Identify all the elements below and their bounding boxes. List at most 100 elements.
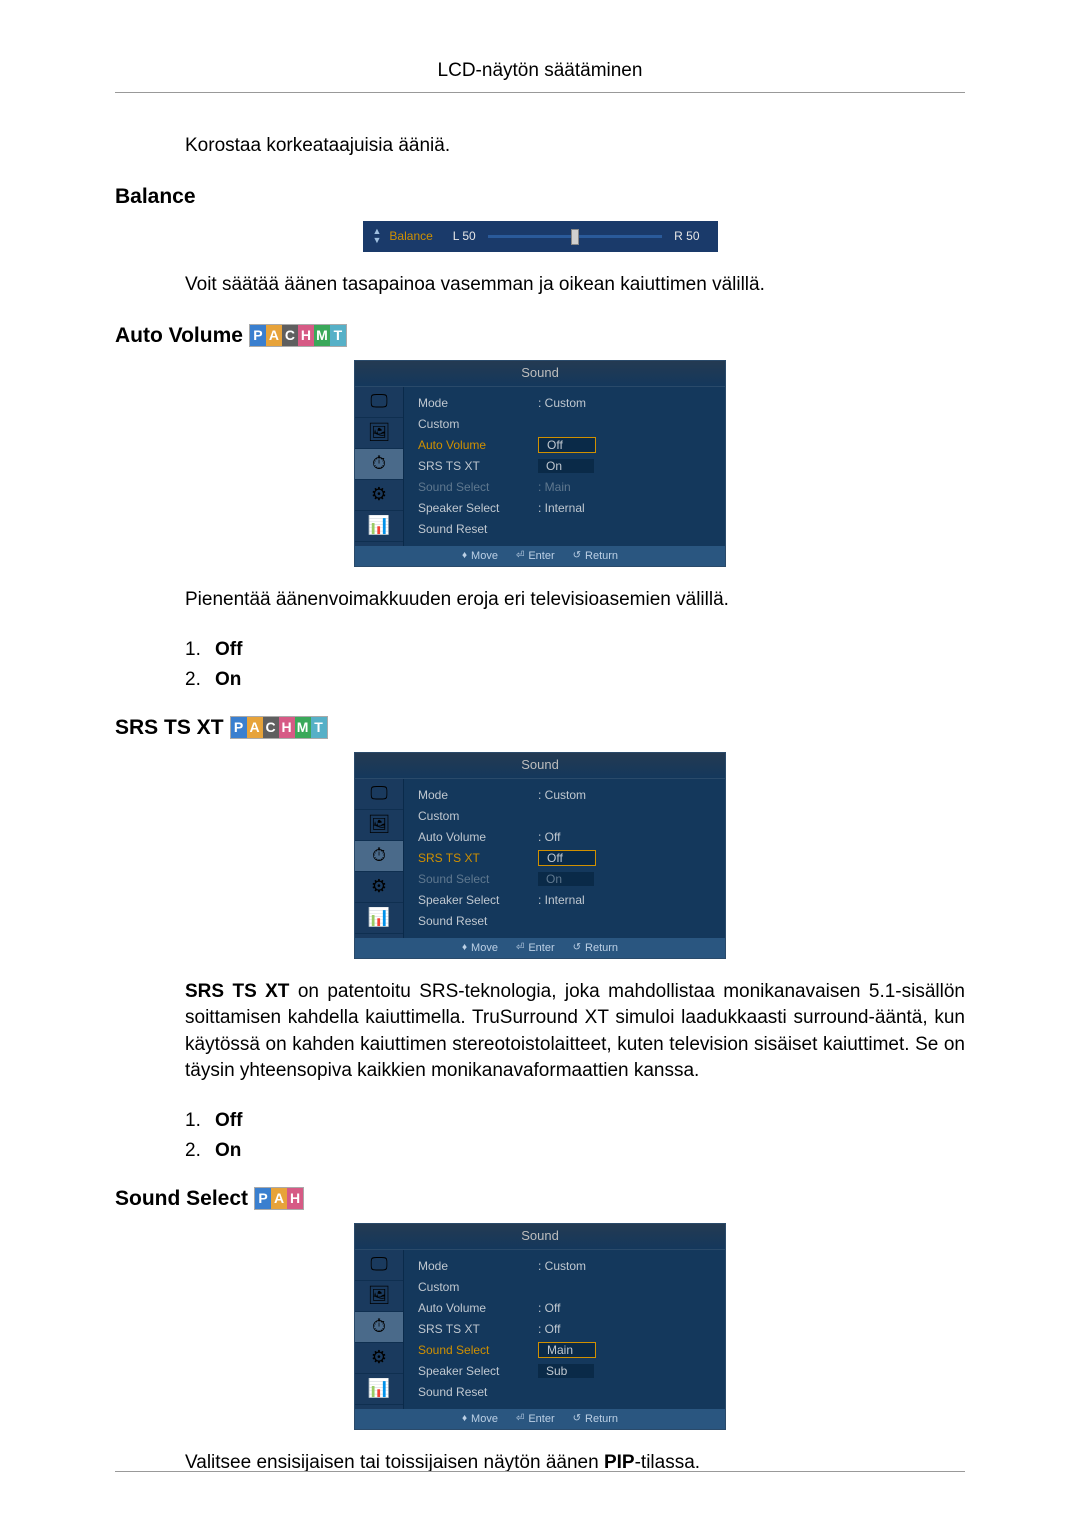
badge-h: H	[279, 717, 295, 738]
osd-row[interactable]: Auto Volume: Off	[418, 1298, 715, 1319]
balance-desc: Voit säätää äänen tasapainoa vasemman ja…	[185, 272, 965, 299]
opt-selected[interactable]: Off	[538, 850, 596, 866]
opt-selected[interactable]: Off	[538, 437, 596, 453]
osd-row[interactable]: Mode: Custom	[418, 393, 715, 414]
osd-row-val: Off	[538, 850, 596, 866]
osd-row[interactable]: Custom	[418, 414, 715, 435]
footer-enter-label: Enter	[528, 550, 554, 562]
osd-row[interactable]: Speaker Select: Internal	[418, 498, 715, 519]
osd-row-val: Sub	[538, 1364, 594, 1378]
osd-balance-wrap: ▲▼ Balance L 50 R 50	[115, 221, 965, 253]
osd-row[interactable]: Sound Reset	[418, 519, 715, 540]
osd-row-key: Sound Select	[418, 480, 538, 494]
tab-sound-icon[interactable]: ⏱	[355, 449, 403, 480]
osd-soundselect: Sound 🖵 🖼 ⏱ ⚙ 📊 Mode: Custom Custom Auto…	[354, 1223, 726, 1430]
footer-return-label: Return	[585, 1413, 618, 1425]
osd-row-key: Speaker Select	[418, 501, 538, 515]
ss-desc-bold: PIP	[604, 1452, 635, 1473]
osd-row-val: : Custom	[538, 788, 586, 802]
osd-footer: ♦Move ⏎Enter ↺Return	[355, 546, 725, 566]
tab-multi-icon[interactable]: 📊	[355, 1374, 403, 1405]
option-off: Off	[215, 639, 242, 660]
osd-row-val: : Main	[538, 480, 571, 494]
list-item: 1.Off	[185, 639, 965, 661]
balance-slider-track[interactable]	[488, 235, 662, 238]
osd-row-key: Custom	[418, 417, 538, 431]
footer-enter: ⏎Enter	[516, 1413, 555, 1425]
osd-row-key: Auto Volume	[418, 438, 538, 452]
osd-row[interactable]: Sound Reset	[418, 911, 715, 932]
tab-setup-icon[interactable]: ⚙	[355, 480, 403, 511]
osd-row-key: SRS TS XT	[418, 459, 538, 473]
badge-p: P	[231, 717, 247, 738]
osd-row-key: SRS TS XT	[418, 851, 538, 865]
tab-sound-icon[interactable]: ⏱	[355, 841, 403, 872]
osd-row-val: : Internal	[538, 893, 585, 907]
footer-move: ♦ Move	[462, 1413, 498, 1425]
osd-row-val: Off	[538, 437, 596, 453]
osd-balance: ▲▼ Balance L 50 R 50	[363, 221, 718, 253]
footer-move-label: Move	[471, 1413, 498, 1425]
osd-row-key: Sound Select	[418, 872, 538, 886]
osd-row-highlight[interactable]: Auto VolumeOff	[418, 435, 715, 456]
osd-row[interactable]: SRS TS XT: Off	[418, 1319, 715, 1340]
tab-sound-icon[interactable]: ⏱	[355, 1312, 403, 1343]
tab-setup-icon[interactable]: ⚙	[355, 1343, 403, 1374]
ss-desc-pre: Valitsee ensisijaisen tai toissijaisen n…	[185, 1452, 604, 1473]
osd-title: Sound	[355, 1224, 725, 1250]
tab-multi-icon[interactable]: 📊	[355, 903, 403, 934]
osd-row-key: Mode	[418, 396, 538, 410]
osd-row-highlight[interactable]: Sound SelectMain	[418, 1340, 715, 1361]
tab-image-icon[interactable]: 🖼	[355, 418, 403, 449]
opt[interactable]: On	[538, 459, 594, 473]
osd-row[interactable]: Mode: Custom	[418, 785, 715, 806]
opt[interactable]: On	[538, 872, 594, 886]
osd-row[interactable]: Speaker SelectSub	[418, 1361, 715, 1382]
enter-icon: ⏎	[516, 550, 524, 561]
footer-enter: ⏎ Enter	[516, 550, 555, 562]
heading-srs-label: SRS TS XT	[115, 716, 224, 740]
opt-selected[interactable]: Main	[538, 1342, 596, 1358]
return-icon: ↺	[573, 942, 581, 953]
footer-enter-label: Enter	[528, 1413, 554, 1425]
badge-c: C	[282, 325, 298, 346]
osd-row[interactable]: Mode: Custom	[418, 1256, 715, 1277]
tab-setup-icon[interactable]: ⚙	[355, 872, 403, 903]
updown-icon: ♦	[462, 1413, 467, 1424]
badge-h: H	[287, 1188, 303, 1209]
arrow-up-down-icon: ▲▼	[373, 227, 382, 247]
opt[interactable]: Sub	[538, 1364, 594, 1378]
ss-desc-post: -tilassa.	[635, 1452, 700, 1473]
heading-balance: Balance	[115, 185, 965, 209]
osd-row-key: Mode	[418, 1259, 538, 1273]
tab-picture-icon[interactable]: 🖵	[355, 387, 403, 418]
srs-desc-body: on patentoitu SRS-teknologia, joka mahdo…	[185, 981, 965, 1082]
badge-p: P	[255, 1188, 271, 1209]
osd-row-key: Mode	[418, 788, 538, 802]
tab-picture-icon[interactable]: 🖵	[355, 1250, 403, 1281]
return-icon: ↺	[573, 550, 581, 561]
osd-row-highlight[interactable]: SRS TS XTOff	[418, 848, 715, 869]
osd-row[interactable]: Sound Reset	[418, 1382, 715, 1403]
osd-srs: Sound 🖵 🖼 ⏱ ⚙ 📊 Mode: Custom Custom Auto…	[354, 752, 726, 959]
osd-row[interactable]: Auto Volume: Off	[418, 827, 715, 848]
footer-divider	[115, 1471, 965, 1472]
osd-row[interactable]: SRS TS XTOn	[418, 456, 715, 477]
tab-image-icon[interactable]: 🖼	[355, 810, 403, 841]
option-on: On	[215, 1140, 241, 1161]
osd-row[interactable]: Speaker Select: Internal	[418, 890, 715, 911]
balance-slider-thumb[interactable]	[571, 229, 579, 245]
osd-row[interactable]: Custom	[418, 806, 715, 827]
osd-row-val: : Custom	[538, 1259, 586, 1273]
badge-row-autovolume: P A C H M T	[249, 324, 347, 347]
badge-t: T	[330, 325, 346, 346]
heading-autovolume-label: Auto Volume	[115, 324, 243, 348]
intro-text: Korostaa korkeataajuisia ääniä.	[185, 133, 965, 160]
tab-picture-icon[interactable]: 🖵	[355, 779, 403, 810]
osd-row[interactable]: Custom	[418, 1277, 715, 1298]
osd-footer: ♦Move ⏎Enter ↺Return	[355, 938, 725, 958]
tab-image-icon[interactable]: 🖼	[355, 1281, 403, 1312]
tab-multi-icon[interactable]: 📊	[355, 511, 403, 542]
badge-a: A	[266, 325, 282, 346]
header-divider	[115, 92, 965, 93]
